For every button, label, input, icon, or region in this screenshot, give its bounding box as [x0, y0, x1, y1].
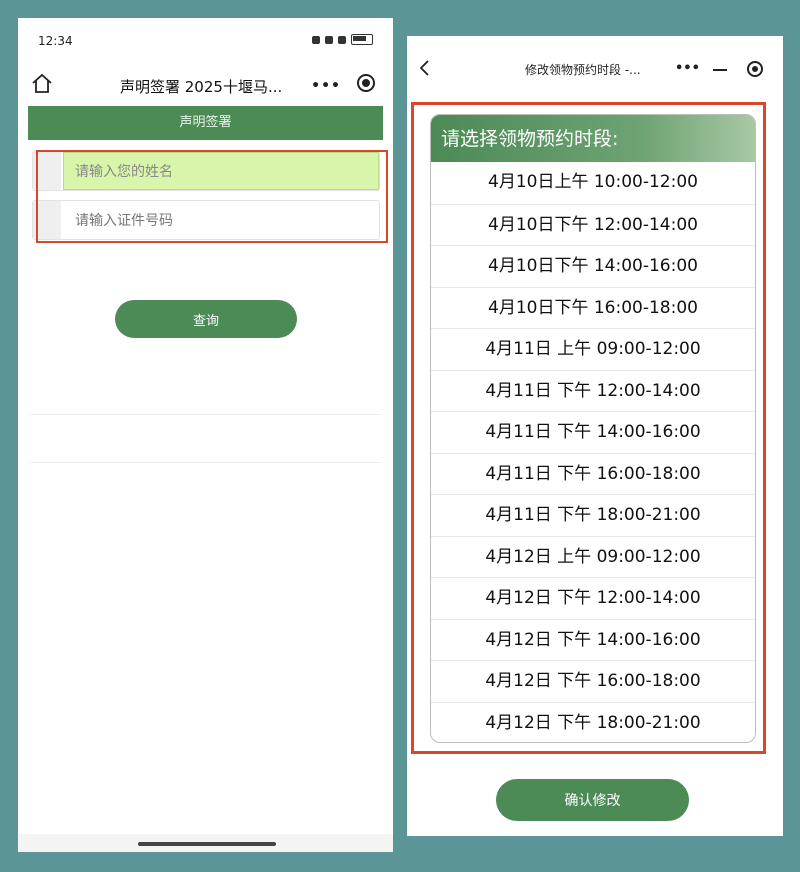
- time-slot-option[interactable]: 4月12日 下午 18:00-21:00: [431, 701, 755, 743]
- minimize-icon[interactable]: [713, 69, 727, 71]
- target-icon[interactable]: [747, 61, 763, 77]
- back-icon[interactable]: [417, 58, 433, 78]
- time-slot-option[interactable]: 4月11日 下午 12:00-14:00: [431, 369, 755, 412]
- name-field[interactable]: [32, 151, 380, 192]
- query-button[interactable]: 查询: [115, 300, 297, 338]
- time-slot-option[interactable]: 4月12日 下午 16:00-18:00: [431, 660, 755, 702]
- wifi-icon: [325, 35, 333, 44]
- time-slot-option[interactable]: 4月12日 下午 12:00-14:00: [431, 577, 755, 619]
- time-slot-list: 4月10日上午 10:00-12:00 4月10日下午 12:00-14:00 4月…: [431, 162, 755, 743]
- left-phone-screen: 12:34 声明签署 2025十堰马... ••• 声明签署 查询: [18, 18, 393, 852]
- page-title: 修改领物预约时段 -...: [525, 63, 641, 77]
- field-tab: [33, 152, 61, 190]
- section-header: 声明签署: [28, 106, 383, 140]
- panel-title: 请选择领物预约时段:: [431, 115, 755, 162]
- time-slot-option[interactable]: 4月10日下午 14:00-16:00: [431, 245, 755, 287]
- id-number-field[interactable]: [32, 200, 380, 241]
- nav-bar: 修改领物预约时段 -... •••: [407, 54, 783, 88]
- id-number-input[interactable]: [63, 201, 377, 241]
- battery-icon: [351, 34, 373, 45]
- time-slot-option[interactable]: 4月12日 上午 09:00-12:00: [431, 535, 755, 578]
- time-slot-option[interactable]: 4月11日 下午 16:00-18:00: [431, 452, 755, 495]
- time-slot-option[interactable]: 4月11日 下午 18:00-21:00: [431, 494, 755, 536]
- page-title: 声明签署 2025十堰马...: [120, 78, 283, 96]
- home-indicator[interactable]: [138, 842, 276, 846]
- time-slot-option[interactable]: 4月11日 上午 09:00-12:00: [431, 328, 755, 370]
- signal-icon: [312, 35, 320, 44]
- time-slot-option[interactable]: 4月10日下午 16:00-18:00: [431, 286, 755, 329]
- time-slot-option[interactable]: 4月10日上午 10:00-12:00: [431, 162, 755, 204]
- time-slot-panel: 请选择领物预约时段: 4月10日上午 10:00-12:00 4月10日下午 12…: [430, 114, 756, 743]
- target-icon[interactable]: [357, 74, 375, 92]
- status-bar: 12:34: [18, 18, 393, 64]
- more-dots-icon[interactable]: •••: [311, 78, 341, 94]
- divider: [30, 462, 381, 463]
- confirm-modify-button[interactable]: 确认修改: [496, 779, 689, 821]
- time-slot-option[interactable]: 4月11日 下午 14:00-16:00: [431, 411, 755, 453]
- divider: [30, 414, 381, 415]
- field-tab: [33, 201, 61, 239]
- status-icons: [312, 34, 373, 45]
- time-slot-option[interactable]: 4月10日下午 12:00-14:00: [431, 203, 755, 246]
- right-phone-screen: 修改领物预约时段 -... ••• 请选择领物预约时段: 4月10日上午 10:…: [407, 36, 783, 836]
- status-time: 12:34: [38, 34, 73, 48]
- nav-bar: 声明签署 2025十堰马... •••: [18, 64, 393, 108]
- network-icon: [338, 35, 346, 44]
- more-dots-icon[interactable]: •••: [675, 61, 700, 76]
- name-input[interactable]: [63, 152, 377, 192]
- home-icon[interactable]: [30, 72, 54, 96]
- time-slot-option[interactable]: 4月12日 下午 14:00-16:00: [431, 618, 755, 661]
